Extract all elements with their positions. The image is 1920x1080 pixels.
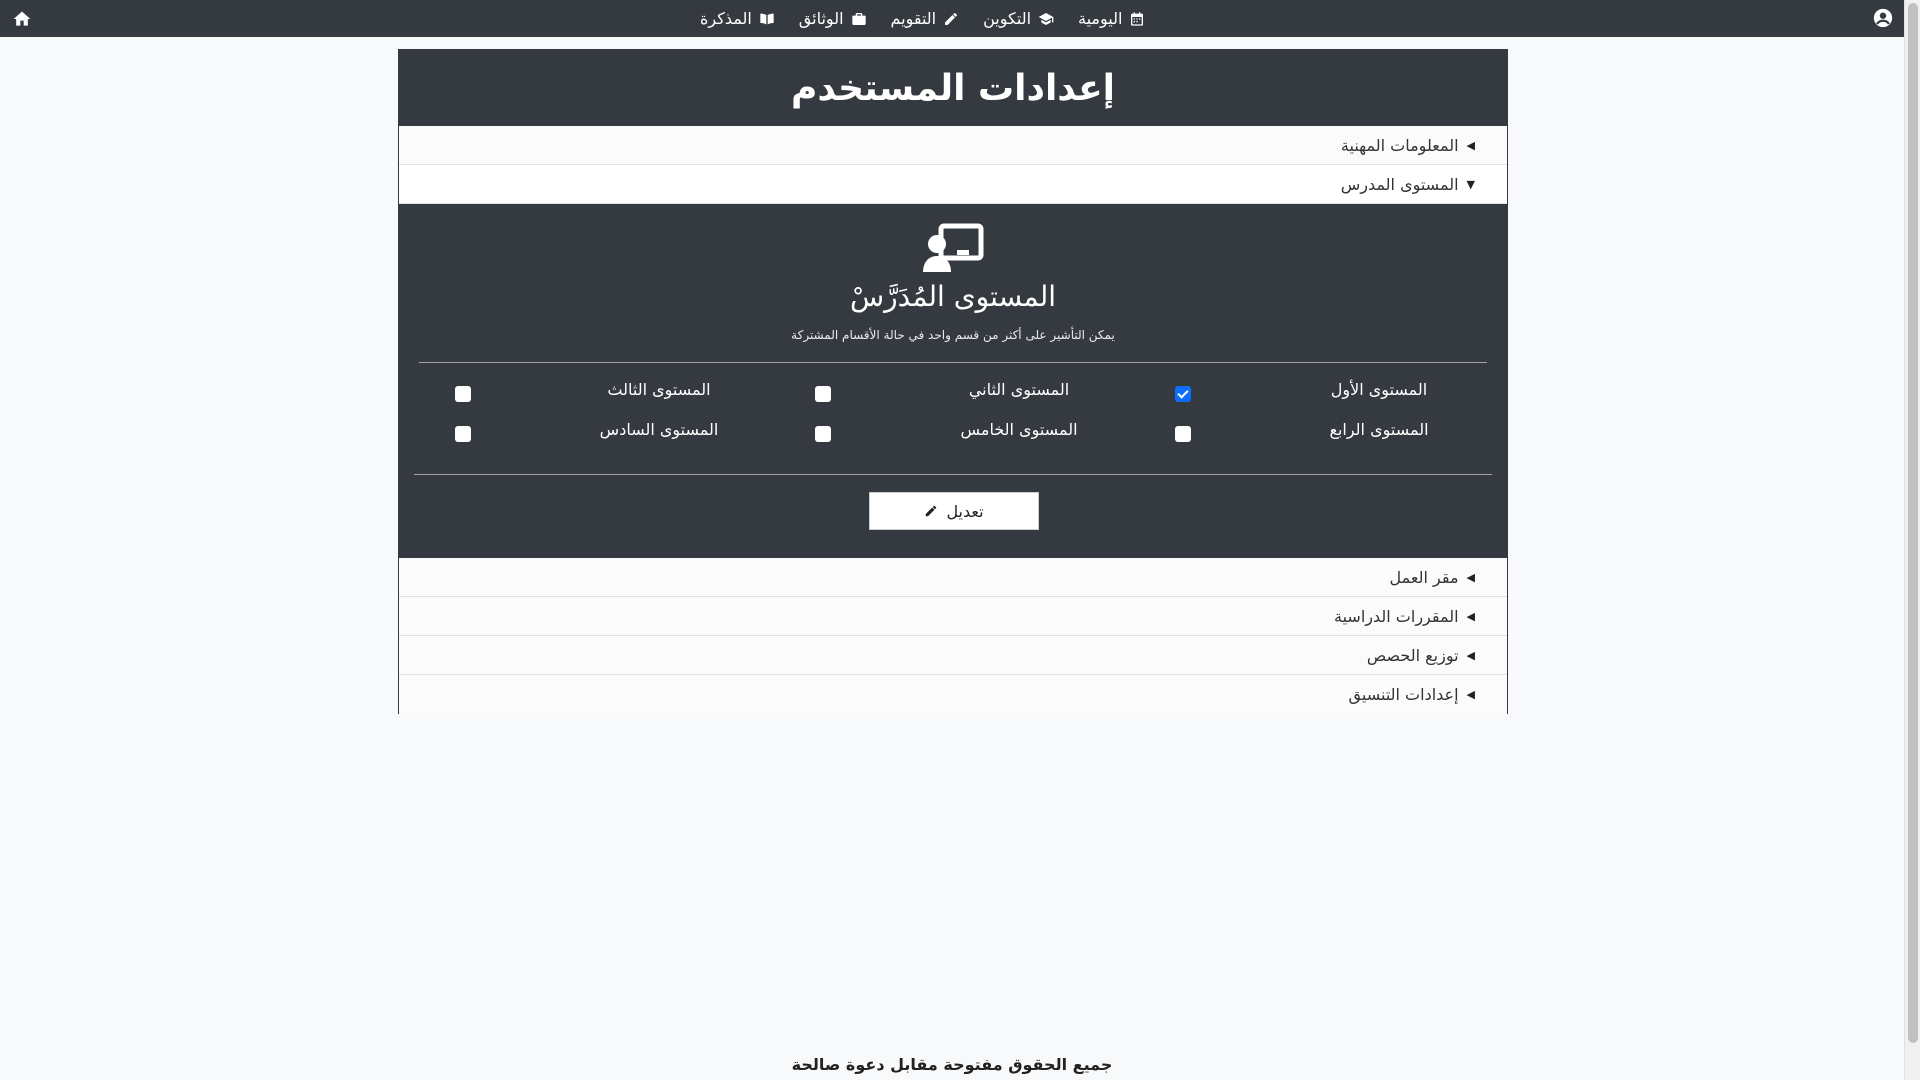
levels-grid: المستوى الأول المستوى الثاني المستوى الث… — [399, 374, 1509, 464]
pencil-icon — [945, 12, 958, 25]
level-checkbox[interactable] — [455, 386, 471, 402]
page: المذكرة الوثائق التقويم التكوين اليومية — [0, 0, 1920, 1080]
accordion-label: مقر العمل — [1389, 567, 1459, 587]
level-label: المستوى الأول — [1330, 380, 1428, 399]
accordion-label: توزيع الحصص — [1366, 645, 1459, 665]
scrollbar-thumb[interactable] — [1908, 3, 1918, 1043]
briefcase-icon — [851, 12, 866, 25]
accordion-timetable[interactable]: ◀ توزيع الحصص — [399, 636, 1507, 675]
accordion-teaching-level[interactable]: ▼ المستوى المدرس — [399, 165, 1507, 204]
calendar-icon — [1131, 11, 1144, 26]
accordion-label: المقررات الدراسية — [1334, 606, 1459, 626]
level-item: المستوى الخامس — [779, 414, 1139, 454]
level-checkbox[interactable] — [1175, 426, 1191, 442]
nav-link-label: المذكرة — [700, 9, 752, 28]
nav-link-documents[interactable]: الوثائق — [799, 9, 867, 28]
divider — [419, 362, 1487, 363]
level-item: المستوى الثالث — [419, 374, 779, 414]
user-circle-icon[interactable] — [1872, 7, 1894, 29]
accordion-label: المعلومات المهنية — [1340, 135, 1459, 155]
caret-left-icon: ◀ — [1466, 688, 1475, 701]
pencil-icon — [926, 505, 937, 517]
nav-link-notebook[interactable]: المذكرة — [700, 9, 775, 28]
nav-link-daily[interactable]: اليومية — [1078, 9, 1145, 28]
caret-left-icon: ◀ — [1466, 570, 1475, 584]
accordion-workplace[interactable]: ◀ مقر العمل — [399, 558, 1507, 597]
edit-button-label: تعديل — [946, 501, 984, 521]
level-label: المستوى الخامس — [960, 420, 1078, 439]
accordion-label: إعدادات التنسيق — [1348, 685, 1459, 704]
caret-left-icon: ◀ — [1466, 138, 1475, 152]
caret-down-icon: ▼ — [1466, 177, 1475, 191]
page-title: إعدادات المستخدم — [399, 50, 1507, 126]
home-icon[interactable] — [12, 9, 32, 29]
nav-link-label: التكوين — [983, 9, 1032, 28]
chalkboard-teacher-icon — [921, 222, 985, 274]
panel-note: يمكن التأشير على أكثر من قسم واحد في حال… — [791, 328, 1115, 342]
level-item: المستوى الأول — [1139, 374, 1499, 414]
nav-link-evaluation[interactable]: التقويم — [891, 9, 960, 28]
level-checkbox[interactable] — [1175, 386, 1191, 402]
nav-links: المذكرة الوثائق التقويم التكوين اليومية — [700, 0, 1145, 37]
caret-left-icon: ◀ — [1466, 609, 1475, 623]
level-checkbox[interactable] — [455, 426, 471, 442]
teaching-level-panel: المستوى المُدَرَّسْ يمكن التأشير على أكث… — [399, 204, 1507, 558]
settings-card: إعدادات المستخدم ◀ المعلومات المهنية ▼ ا… — [398, 49, 1508, 714]
accordion-curricula[interactable]: ◀ المقررات الدراسية — [399, 597, 1507, 636]
caret-left-icon: ◀ — [1466, 648, 1475, 662]
edit-button[interactable]: تعديل — [869, 492, 1039, 530]
divider — [414, 474, 1492, 475]
book-open-icon — [760, 13, 774, 24]
accordion-formatting-settings[interactable]: ◀ إعدادات التنسيق — [399, 675, 1507, 714]
level-item: المستوى الرابع — [1139, 414, 1499, 454]
level-checkbox[interactable] — [815, 426, 831, 442]
top-navbar: المذكرة الوثائق التقويم التكوين اليومية — [0, 0, 1904, 37]
level-label: المستوى الرابع — [1329, 420, 1429, 439]
accordion-professional-info[interactable]: ◀ المعلومات المهنية — [399, 126, 1507, 165]
panel-title: المستوى المُدَرَّسْ — [849, 280, 1057, 313]
level-checkbox[interactable] — [815, 386, 831, 402]
nav-link-training[interactable]: التكوين — [983, 9, 1054, 28]
level-label: المستوى الثاني — [968, 380, 1070, 399]
footer-text: جميع الحقوق مفتوحة مقابل دعوة صالحة — [791, 1055, 1113, 1074]
graduation-cap-icon — [1038, 12, 1054, 25]
nav-link-label: اليومية — [1078, 9, 1123, 28]
level-item: المستوى السادس — [419, 414, 779, 454]
accordion-label: المستوى المدرس — [1340, 174, 1459, 194]
nav-link-label: الوثائق — [798, 9, 844, 28]
level-label: المستوى الثالث — [607, 380, 711, 399]
level-label: المستوى السادس — [599, 420, 719, 439]
vertical-scrollbar[interactable] — [1904, 0, 1920, 1080]
level-item: المستوى الثاني — [779, 374, 1139, 414]
nav-link-label: التقويم — [890, 9, 937, 28]
